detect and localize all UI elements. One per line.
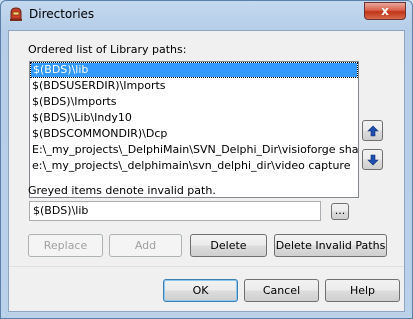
help-button[interactable]: Help xyxy=(325,279,400,302)
list-item[interactable]: $(BDS)\Imports xyxy=(30,94,358,110)
move-up-button[interactable] xyxy=(362,120,383,141)
list-item[interactable]: e:\_my_projects\_delphimain\svn_delphi_d… xyxy=(30,158,358,174)
delete-button[interactable]: Delete xyxy=(190,234,267,257)
replace-button[interactable]: Replace xyxy=(28,234,103,257)
directories-dialog: Directories x Ordered list of Library pa… xyxy=(0,0,413,319)
list-item[interactable]: $(BDSCOMMONDIR)\Dcp xyxy=(30,126,358,142)
close-button[interactable]: x xyxy=(364,2,406,20)
delete-invalid-paths-button[interactable]: Delete Invalid Paths xyxy=(274,234,387,257)
list-item[interactable]: E:\_my_projects\_DelphiMain\SVN_Delphi_D… xyxy=(30,142,358,158)
arrow-down-icon xyxy=(367,154,379,166)
move-down-button[interactable] xyxy=(362,149,383,170)
browse-button[interactable]: ... xyxy=(331,203,349,220)
path-input[interactable]: $(BDS)\lib xyxy=(29,201,321,221)
delphi-helmet-icon xyxy=(8,6,24,22)
dialog-body: Ordered list of Library paths: $(BDS)\li… xyxy=(8,30,405,312)
list-item[interactable]: $(BDS)\lib xyxy=(30,62,358,78)
arrow-up-icon xyxy=(367,125,379,137)
library-paths-list[interactable]: $(BDS)\lib $(BDSUSERDIR)\Imports $(BDS)\… xyxy=(29,61,359,198)
footer-separator xyxy=(9,266,404,267)
library-paths-label: Ordered list of Library paths: xyxy=(28,43,187,56)
list-item[interactable]: $(BDS)\Lib\Indy10 xyxy=(30,110,358,126)
add-button[interactable]: Add xyxy=(109,234,182,257)
window-title: Directories xyxy=(29,7,95,21)
ok-button[interactable]: OK xyxy=(163,279,238,302)
list-item[interactable]: $(BDSUSERDIR)\Imports xyxy=(30,78,358,94)
cancel-button[interactable]: Cancel xyxy=(244,279,319,302)
title-bar[interactable]: Directories x xyxy=(1,1,412,28)
invalid-path-hint: Greyed items denote invalid path. xyxy=(28,184,216,197)
